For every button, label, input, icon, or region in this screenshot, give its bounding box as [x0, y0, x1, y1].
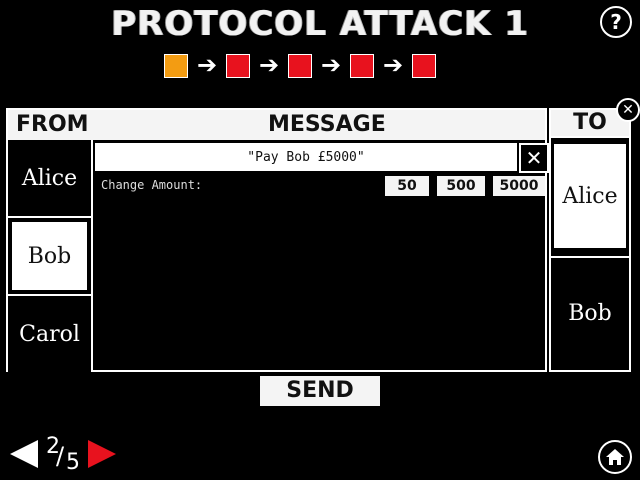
recipient-column: Alice Bob	[549, 138, 631, 372]
arrow-right-icon: ➔	[196, 51, 218, 79]
close-icon: ✕	[622, 102, 634, 118]
home-button[interactable]	[598, 440, 632, 474]
previous-page-arrow-icon[interactable]	[10, 440, 38, 468]
help-button[interactable]: ?	[600, 6, 632, 38]
message-area: "Pay Bob £5000" ✕ Change Amount: 50 500 …	[95, 140, 549, 370]
sender-carol[interactable]: Carol	[8, 296, 91, 372]
amount-50-button[interactable]: 50	[385, 176, 429, 196]
message-text: "Pay Bob £5000"	[95, 143, 517, 171]
question-icon: ?	[610, 10, 622, 34]
amount-500-button[interactable]: 500	[437, 176, 485, 196]
change-amount-label: Change Amount:	[101, 178, 203, 192]
close-icon: ✕	[525, 146, 543, 170]
panel-header: FROM MESSAGE	[8, 110, 545, 140]
send-button[interactable]: SEND	[260, 376, 380, 406]
page-indicator: 2 / 5	[44, 434, 84, 475]
progress-step	[164, 54, 188, 78]
home-icon	[606, 449, 624, 465]
progress-step	[288, 54, 312, 78]
message-header: MESSAGE	[268, 112, 386, 137]
clear-message-button[interactable]: ✕	[519, 143, 549, 173]
close-panel-button[interactable]: ✕	[616, 98, 640, 122]
level-progress: ➔ ➔ ➔ ➔	[164, 51, 436, 79]
arrow-right-icon: ➔	[382, 51, 404, 79]
page-slash: /	[56, 442, 65, 470]
recipient-alice[interactable]: Alice	[551, 141, 629, 251]
message-panel: FROM MESSAGE Alice Bob Carol "Pay Bob £5…	[6, 108, 549, 372]
progress-step	[412, 54, 436, 78]
recipient-bob[interactable]: Bob	[551, 256, 629, 368]
arrow-right-icon: ➔	[320, 51, 342, 79]
next-page-arrow-icon[interactable]	[88, 440, 116, 468]
sender-alice[interactable]: Alice	[8, 140, 91, 216]
arrow-right-icon: ➔	[258, 51, 280, 79]
total-pages: 5	[66, 450, 80, 475]
sender-column: Alice Bob Carol	[8, 140, 93, 372]
progress-step	[350, 54, 374, 78]
page-title: PROTOCOL ATTACK 1	[111, 4, 529, 44]
progress-step	[226, 54, 250, 78]
amount-5000-button[interactable]: 5000	[493, 176, 545, 196]
from-header: FROM	[16, 112, 89, 137]
game-screen: PROTOCOL ATTACK 1 ? ➔ ➔ ➔ ➔ FROM MESSAGE…	[0, 0, 640, 480]
sender-bob[interactable]: Bob	[8, 218, 91, 294]
